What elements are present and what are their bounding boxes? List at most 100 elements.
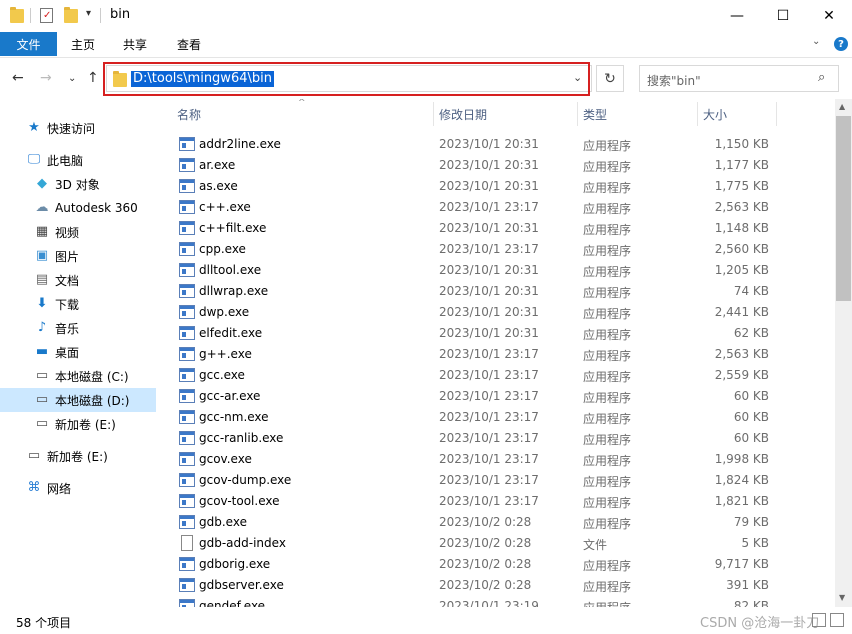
folder-icon	[10, 7, 24, 23]
column-header-date[interactable]: 修改日期	[439, 99, 487, 129]
nav-pictures[interactable]: ▣ 图片	[0, 244, 156, 268]
table-row[interactable]: gdbserver.exe 2023/10/2 0:28 应用程序 391 KB	[160, 575, 835, 596]
file-size: 2,563 KB	[714, 200, 769, 214]
file-name: gcov-dump.exe	[199, 473, 292, 487]
nav-item-label: 图片	[55, 249, 80, 264]
nav-autodesk-360[interactable]: ☁ Autodesk 360	[0, 196, 156, 220]
drive-icon: ▭	[35, 368, 49, 383]
table-row[interactable]: gdb.exe 2023/10/2 0:28 应用程序 79 KB	[160, 512, 835, 533]
column-header-type[interactable]: 类型	[583, 99, 607, 129]
help-icon[interactable]: ?	[834, 37, 848, 51]
table-row[interactable]: ar.exe 2023/10/1 20:31 应用程序 1,177 KB	[160, 155, 835, 176]
table-row[interactable]: elfedit.exe 2023/10/1 20:31 应用程序 62 KB	[160, 323, 835, 344]
file-size: 1,775 KB	[714, 179, 769, 193]
nav-music[interactable]: ♪ 音乐	[0, 316, 156, 340]
nav-documents[interactable]: ▤ 文档	[0, 268, 156, 292]
column-header-size[interactable]: 大小	[703, 99, 727, 129]
table-row[interactable]: addr2line.exe 2023/10/1 20:31 应用程序 1,150 KB	[160, 134, 835, 155]
chevron-down-icon[interactable]: ▾	[86, 8, 91, 19]
nav-drive-d[interactable]: ▭ 本地磁盘 (D:)	[0, 388, 156, 412]
forward-arrow-icon[interactable]: →	[40, 70, 52, 86]
chevron-down-icon[interactable]: ⌄	[812, 36, 820, 47]
file-name: gendef.exe	[199, 599, 266, 607]
table-row[interactable]: gcc-nm.exe 2023/10/1 23:17 应用程序 60 KB	[160, 407, 835, 428]
file-name: gcc-nm.exe	[199, 410, 269, 424]
file-date: 2023/10/1 23:17	[439, 431, 539, 445]
table-row[interactable]: g++.exe 2023/10/1 23:17 应用程序 2,563 KB	[160, 344, 835, 365]
close-button[interactable]: ✕	[806, 0, 852, 31]
recent-locations-chevron-icon[interactable]: ⌄	[68, 73, 76, 84]
nav-item-label: 音乐	[55, 321, 80, 336]
table-row[interactable]: cpp.exe 2023/10/1 23:17 应用程序 2,560 KB	[160, 239, 835, 260]
nav-item-label: 桌面	[55, 345, 80, 360]
vertical-scrollbar[interactable]: ▲ ▼	[835, 99, 852, 607]
nav-drive-e[interactable]: ▭ 新加卷 (E:)	[0, 412, 156, 436]
table-row[interactable]: gcc.exe 2023/10/1 23:17 应用程序 2,559 KB	[160, 365, 835, 386]
nav-desktop[interactable]: ▬ 桌面	[0, 340, 156, 364]
application-icon	[179, 389, 195, 403]
item-count: 58 个项目	[16, 616, 72, 630]
file-size: 1,148 KB	[714, 221, 769, 235]
table-row[interactable]: as.exe 2023/10/1 20:31 应用程序 1,775 KB	[160, 176, 835, 197]
tab-view[interactable]: 查看	[177, 36, 201, 53]
file-date: 2023/10/2 0:28	[439, 557, 532, 571]
nav-videos[interactable]: ▦ 视频	[0, 220, 156, 244]
properties-icon[interactable]: ✓	[40, 8, 53, 23]
table-row[interactable]: gcov-dump.exe 2023/10/1 23:17 应用程序 1,824 KB	[160, 470, 835, 491]
table-row[interactable]: dllwrap.exe 2023/10/1 20:31 应用程序 74 KB	[160, 281, 835, 302]
table-row[interactable]: c++.exe 2023/10/1 23:17 应用程序 2,563 KB	[160, 197, 835, 218]
tab-file[interactable]: 文件	[0, 32, 57, 56]
column-divider[interactable]	[577, 102, 578, 126]
scroll-down-icon[interactable]: ▼	[839, 593, 845, 602]
column-header-name[interactable]: 名称	[177, 99, 201, 129]
nav-this-pc[interactable]: 🖵 此电脑	[0, 148, 156, 172]
table-row[interactable]: dwp.exe 2023/10/1 20:31 应用程序 2,441 KB	[160, 302, 835, 323]
column-divider[interactable]	[697, 102, 698, 126]
table-row[interactable]: dlltool.exe 2023/10/1 20:31 应用程序 1,205 KB	[160, 260, 835, 281]
up-arrow-icon[interactable]: ↑	[87, 70, 99, 86]
table-row[interactable]: gcov-tool.exe 2023/10/1 23:17 应用程序 1,821 KB	[160, 491, 835, 512]
minimize-button[interactable]: —	[714, 0, 760, 31]
search-icon[interactable]: ⌕	[818, 70, 825, 85]
tab-share[interactable]: 共享	[123, 36, 147, 53]
nav-drive-c[interactable]: ▭ 本地磁盘 (C:)	[0, 364, 156, 388]
table-row[interactable]: c++filt.exe 2023/10/1 20:31 应用程序 1,148 KB	[160, 218, 835, 239]
column-divider[interactable]	[433, 102, 434, 126]
application-icon	[179, 200, 195, 214]
nav-quick-access[interactable]: ★ 快速访问	[0, 116, 156, 140]
application-icon	[179, 284, 195, 298]
maximize-button[interactable]: ☐	[760, 0, 806, 31]
details-view-icon[interactable]	[812, 613, 826, 627]
back-arrow-icon[interactable]: ←	[12, 70, 24, 86]
scrollbar-thumb[interactable]	[836, 116, 851, 301]
application-icon	[179, 305, 195, 319]
application-icon	[179, 431, 195, 445]
application-icon	[179, 221, 195, 235]
nav-item-label: 3D 对象	[55, 177, 100, 192]
table-row[interactable]: gcc-ranlib.exe 2023/10/1 23:17 应用程序 60 KB	[160, 428, 835, 449]
file-date: 2023/10/2 0:28	[439, 578, 532, 592]
file-size: 82 KB	[733, 599, 769, 607]
file-date: 2023/10/1 20:31	[439, 221, 539, 235]
table-row[interactable]: gdb-add-index 2023/10/2 0:28 文件 5 KB	[160, 533, 835, 554]
table-row[interactable]: gdborig.exe 2023/10/2 0:28 应用程序 9,717 KB	[160, 554, 835, 575]
refresh-button[interactable]: ↻	[596, 65, 624, 92]
file-size: 1,998 KB	[714, 452, 769, 466]
new-folder-icon[interactable]	[64, 7, 78, 23]
nav-downloads[interactable]: ⬇ 下载	[0, 292, 156, 316]
table-row[interactable]: gendef.exe 2023/10/1 23:19 应用程序 82 KB	[160, 596, 835, 607]
nav-volume-e[interactable]: ▭ 新加卷 (E:)	[0, 444, 156, 468]
table-row[interactable]: gcc-ar.exe 2023/10/1 23:17 应用程序 60 KB	[160, 386, 835, 407]
file-date: 2023/10/1 23:17	[439, 473, 539, 487]
large-icons-view-icon[interactable]	[830, 613, 844, 627]
search-input[interactable]: 搜索"bin" ⌕	[639, 65, 839, 92]
nav-network[interactable]: ⌘ 网络	[0, 476, 156, 500]
table-row[interactable]: gcov.exe 2023/10/1 23:17 应用程序 1,998 KB	[160, 449, 835, 470]
file-list: ^ 名称 修改日期 类型 大小 addr2line.exe 2023/10/1 2…	[160, 99, 835, 607]
window-title: bin	[110, 7, 131, 22]
nav-3d-objects[interactable]: ◆ 3D 对象	[0, 172, 156, 196]
file-type: 应用程序	[583, 454, 632, 468]
tab-home[interactable]: 主页	[71, 36, 95, 53]
scroll-up-icon[interactable]: ▲	[839, 102, 845, 111]
column-divider[interactable]	[776, 102, 777, 126]
